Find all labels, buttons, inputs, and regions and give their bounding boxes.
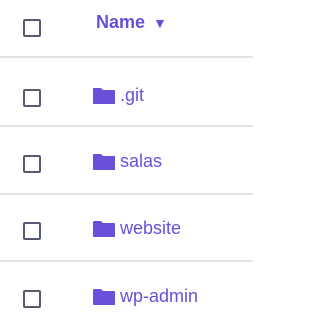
row-divider [0,193,253,195]
name-column-label: Name [96,12,146,32]
folder-link[interactable]: .git [92,85,144,106]
folder-name: salas [120,151,163,171]
folder-link[interactable]: wp-admin [92,286,198,307]
row-checkbox[interactable] [23,222,41,240]
file-table: Name ▼ .git salas website wp-admin [0,0,253,333]
table-row: wp-admin [0,265,253,333]
sort-descending-icon: ▼ [153,14,167,31]
row-checkbox[interactable] [23,89,41,107]
table-row: salas [0,130,253,198]
folder-name: .git [120,85,145,105]
folder-icon [93,153,115,170]
select-all-checkbox[interactable] [23,19,41,37]
folder-name: wp-admin [120,286,199,306]
row-checkbox[interactable] [23,155,41,173]
folder-link[interactable]: website [92,218,181,239]
table-row: website [0,197,253,265]
row-divider [0,56,253,58]
row-divider [0,125,253,127]
row-checkbox[interactable] [23,290,41,308]
row-divider [0,260,253,262]
folder-name: website [120,218,182,238]
name-column-header[interactable]: Name ▼ [96,12,167,33]
folder-link[interactable]: salas [92,151,162,172]
table-row: .git [0,64,253,132]
folder-icon [93,288,115,305]
table-header-row: Name ▼ [0,0,253,56]
folder-icon [93,220,115,237]
folder-icon [93,87,115,104]
